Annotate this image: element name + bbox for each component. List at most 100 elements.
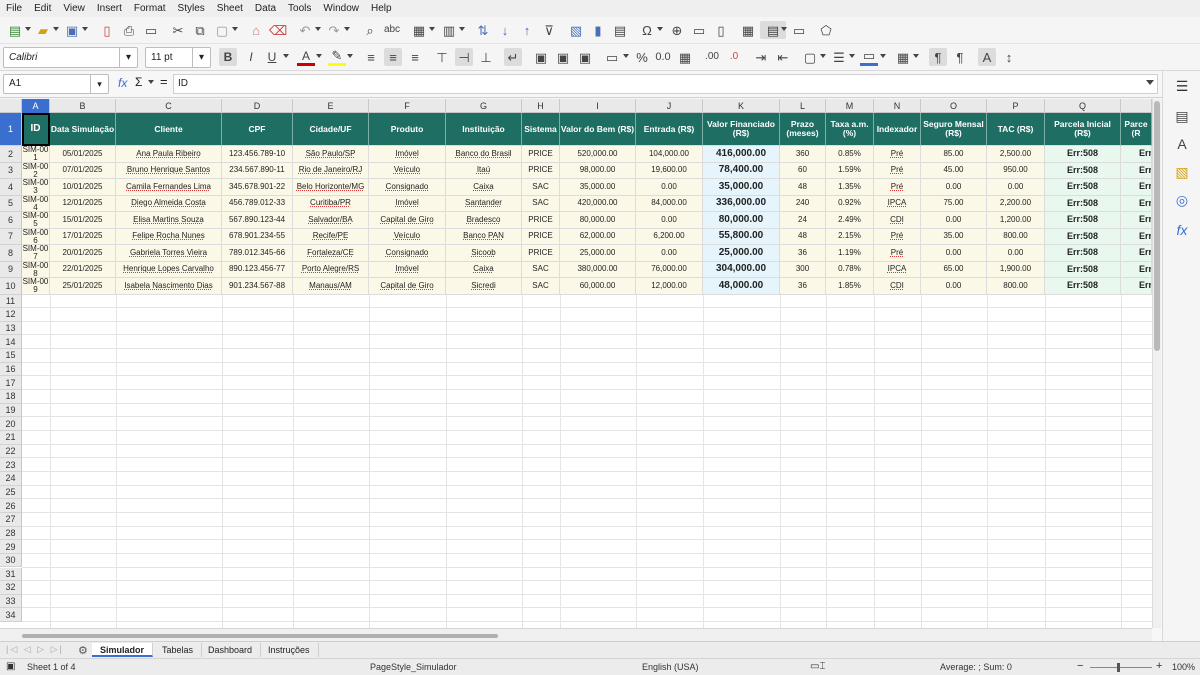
column-icon[interactable]: ▥ <box>440 21 458 39</box>
currency-format-icon[interactable]: ▭ <box>603 48 621 66</box>
row-header[interactable]: 34 <box>0 608 22 623</box>
sheet-tab-tabelas[interactable]: Tabelas <box>154 643 203 657</box>
row-header[interactable]: 19 <box>0 403 22 418</box>
chevron-down-icon[interactable] <box>657 27 663 31</box>
chevron-down-icon[interactable] <box>623 54 629 58</box>
border-color-icon[interactable]: ▭ <box>860 48 878 66</box>
table-cell[interactable]: Felipe Rocha Nunes <box>116 228 222 245</box>
table-cell[interactable]: 890.123.456-77 <box>222 261 293 278</box>
table-cell[interactable]: 0.00 <box>921 179 987 196</box>
table-cell[interactable]: Capital de Giro <box>369 212 446 229</box>
table-cell[interactable]: 901.234.567-88 <box>222 278 293 295</box>
table-cell[interactable]: 85.00 <box>921 146 987 163</box>
table-cell[interactable]: Err:508 <box>1045 195 1121 212</box>
sheet-tab-instruções[interactable]: Instruções <box>260 643 319 657</box>
column-header[interactable]: H <box>522 99 560 113</box>
zoom-slider[interactable] <box>1090 667 1152 668</box>
row-header[interactable]: 1 <box>0 113 22 146</box>
row-header[interactable]: 20 <box>0 417 22 431</box>
table-cell[interactable]: 789.012.345-66 <box>222 245 293 262</box>
table-cell[interactable]: Banco do Brasil <box>446 146 522 163</box>
text-vertical-icon[interactable]: ↕ <box>1000 48 1018 66</box>
save-icon[interactable]: ▣ <box>63 21 81 39</box>
table-cell[interactable]: 2,500.00 <box>987 146 1045 163</box>
highlight-color-icon[interactable]: ✎ <box>328 48 346 66</box>
export-pdf-icon[interactable]: ▯ <box>98 21 116 39</box>
table-cell[interactable]: 10/01/2025 <box>50 179 116 196</box>
row-header[interactable]: 16 <box>0 362 22 377</box>
table-header-cell[interactable]: Sistema <box>522 113 560 146</box>
menu-edit[interactable]: Edit <box>28 0 57 17</box>
row-header[interactable]: 6 <box>0 212 22 229</box>
column-header[interactable] <box>1121 99 1152 113</box>
table-cell[interactable]: Err:508 <box>1045 162 1121 179</box>
table-cell[interactable]: Veículo <box>369 228 446 245</box>
table-cell[interactable]: Err <box>1121 261 1152 278</box>
chevron-down-icon[interactable] <box>429 27 435 31</box>
table-header-cell[interactable]: TAC (R$) <box>987 113 1045 146</box>
table-cell[interactable]: 2.49% <box>826 212 874 229</box>
table-header-cell[interactable]: ID <box>22 113 50 146</box>
table-cell[interactable]: 300 <box>780 261 826 278</box>
table-cell[interactable]: 48,000.00 <box>703 278 780 295</box>
sum-icon[interactable]: Σ <box>135 75 142 89</box>
column-header[interactable]: P <box>987 99 1045 113</box>
row-header[interactable]: 27 <box>0 512 22 527</box>
table-cell[interactable]: Imóvel <box>369 261 446 278</box>
table-header-cell[interactable]: Data Simulação <box>50 113 116 146</box>
table-cell[interactable]: 950.00 <box>987 162 1045 179</box>
table-cell[interactable]: 05/01/2025 <box>50 146 116 163</box>
chevron-down-icon[interactable] <box>849 54 855 58</box>
chevron-down-icon[interactable] <box>283 54 289 58</box>
table-cell[interactable]: CDI <box>874 212 921 229</box>
chevron-down-icon[interactable]: ▾ <box>119 48 137 67</box>
sort-descending-icon[interactable]: ↑ <box>518 21 536 39</box>
row-header[interactable]: 2 <box>0 146 22 163</box>
table-cell[interactable]: SAC <box>522 179 560 196</box>
chevron-down-icon[interactable] <box>315 27 321 31</box>
column-header[interactable]: F <box>369 99 446 113</box>
row-header[interactable]: 11 <box>0 294 22 309</box>
chevron-down-icon[interactable] <box>347 54 353 58</box>
properties-icon[interactable]: ▤ <box>1173 107 1191 125</box>
table-cell[interactable]: SIM-004 <box>22 195 50 212</box>
header-footer-icon[interactable]: ▯ <box>712 21 730 39</box>
page-style[interactable]: PageStyle_Simulador <box>370 662 457 672</box>
functions-icon[interactable]: fx <box>1173 221 1191 239</box>
sheet-tab-dashboard[interactable]: Dashboard <box>200 643 262 657</box>
table-cell[interactable]: 520,000.00 <box>560 146 636 163</box>
add-decimal-icon[interactable]: .00 <box>703 48 721 66</box>
menu-file[interactable]: File <box>0 0 28 17</box>
table-cell[interactable]: Err:508 <box>1045 278 1121 295</box>
table-cell[interactable]: 416,000.00 <box>703 146 780 163</box>
table-cell[interactable]: 84,000.00 <box>636 195 703 212</box>
table-cell[interactable]: 360 <box>780 146 826 163</box>
sort-ascending-icon[interactable]: ↓ <box>496 21 514 39</box>
table-cell[interactable]: 24 <box>780 212 826 229</box>
table-cell[interactable]: Err <box>1121 146 1152 163</box>
hyperlink-icon[interactable]: ⊕ <box>668 21 686 39</box>
print-icon[interactable]: ⎙ <box>120 21 138 39</box>
vertical-scroll-thumb[interactable] <box>1154 101 1160 351</box>
table-cell[interactable]: SAC <box>522 261 560 278</box>
table-cell[interactable]: SIM-009 <box>22 278 50 295</box>
table-cell[interactable]: 0.00 <box>636 212 703 229</box>
align-right-icon[interactable]: ≡ <box>406 48 424 66</box>
table-cell[interactable]: Pré <box>874 245 921 262</box>
decrease-indent-icon[interactable]: ⇤ <box>774 48 792 66</box>
row-header[interactable]: 9 <box>0 261 22 278</box>
table-cell[interactable]: Err <box>1121 228 1152 245</box>
table-cell[interactable]: 1.19% <box>826 245 874 262</box>
row-header[interactable]: 25 <box>0 485 22 500</box>
table-cell[interactable]: Sicoob <box>446 245 522 262</box>
conditional-format-icon[interactable]: ▦ <box>894 48 912 66</box>
table-cell[interactable]: 2.15% <box>826 228 874 245</box>
column-header[interactable]: I <box>560 99 636 113</box>
table-cell[interactable]: Veículo <box>369 162 446 179</box>
table-cell[interactable]: 240 <box>780 195 826 212</box>
table-cell[interactable]: 1.35% <box>826 179 874 196</box>
menu-styles[interactable]: Styles <box>172 0 211 17</box>
table-cell[interactable]: SIM-003 <box>22 179 50 196</box>
table-header-cell[interactable]: Entrada (R$) <box>636 113 703 146</box>
row-header[interactable]: 4 <box>0 179 22 196</box>
